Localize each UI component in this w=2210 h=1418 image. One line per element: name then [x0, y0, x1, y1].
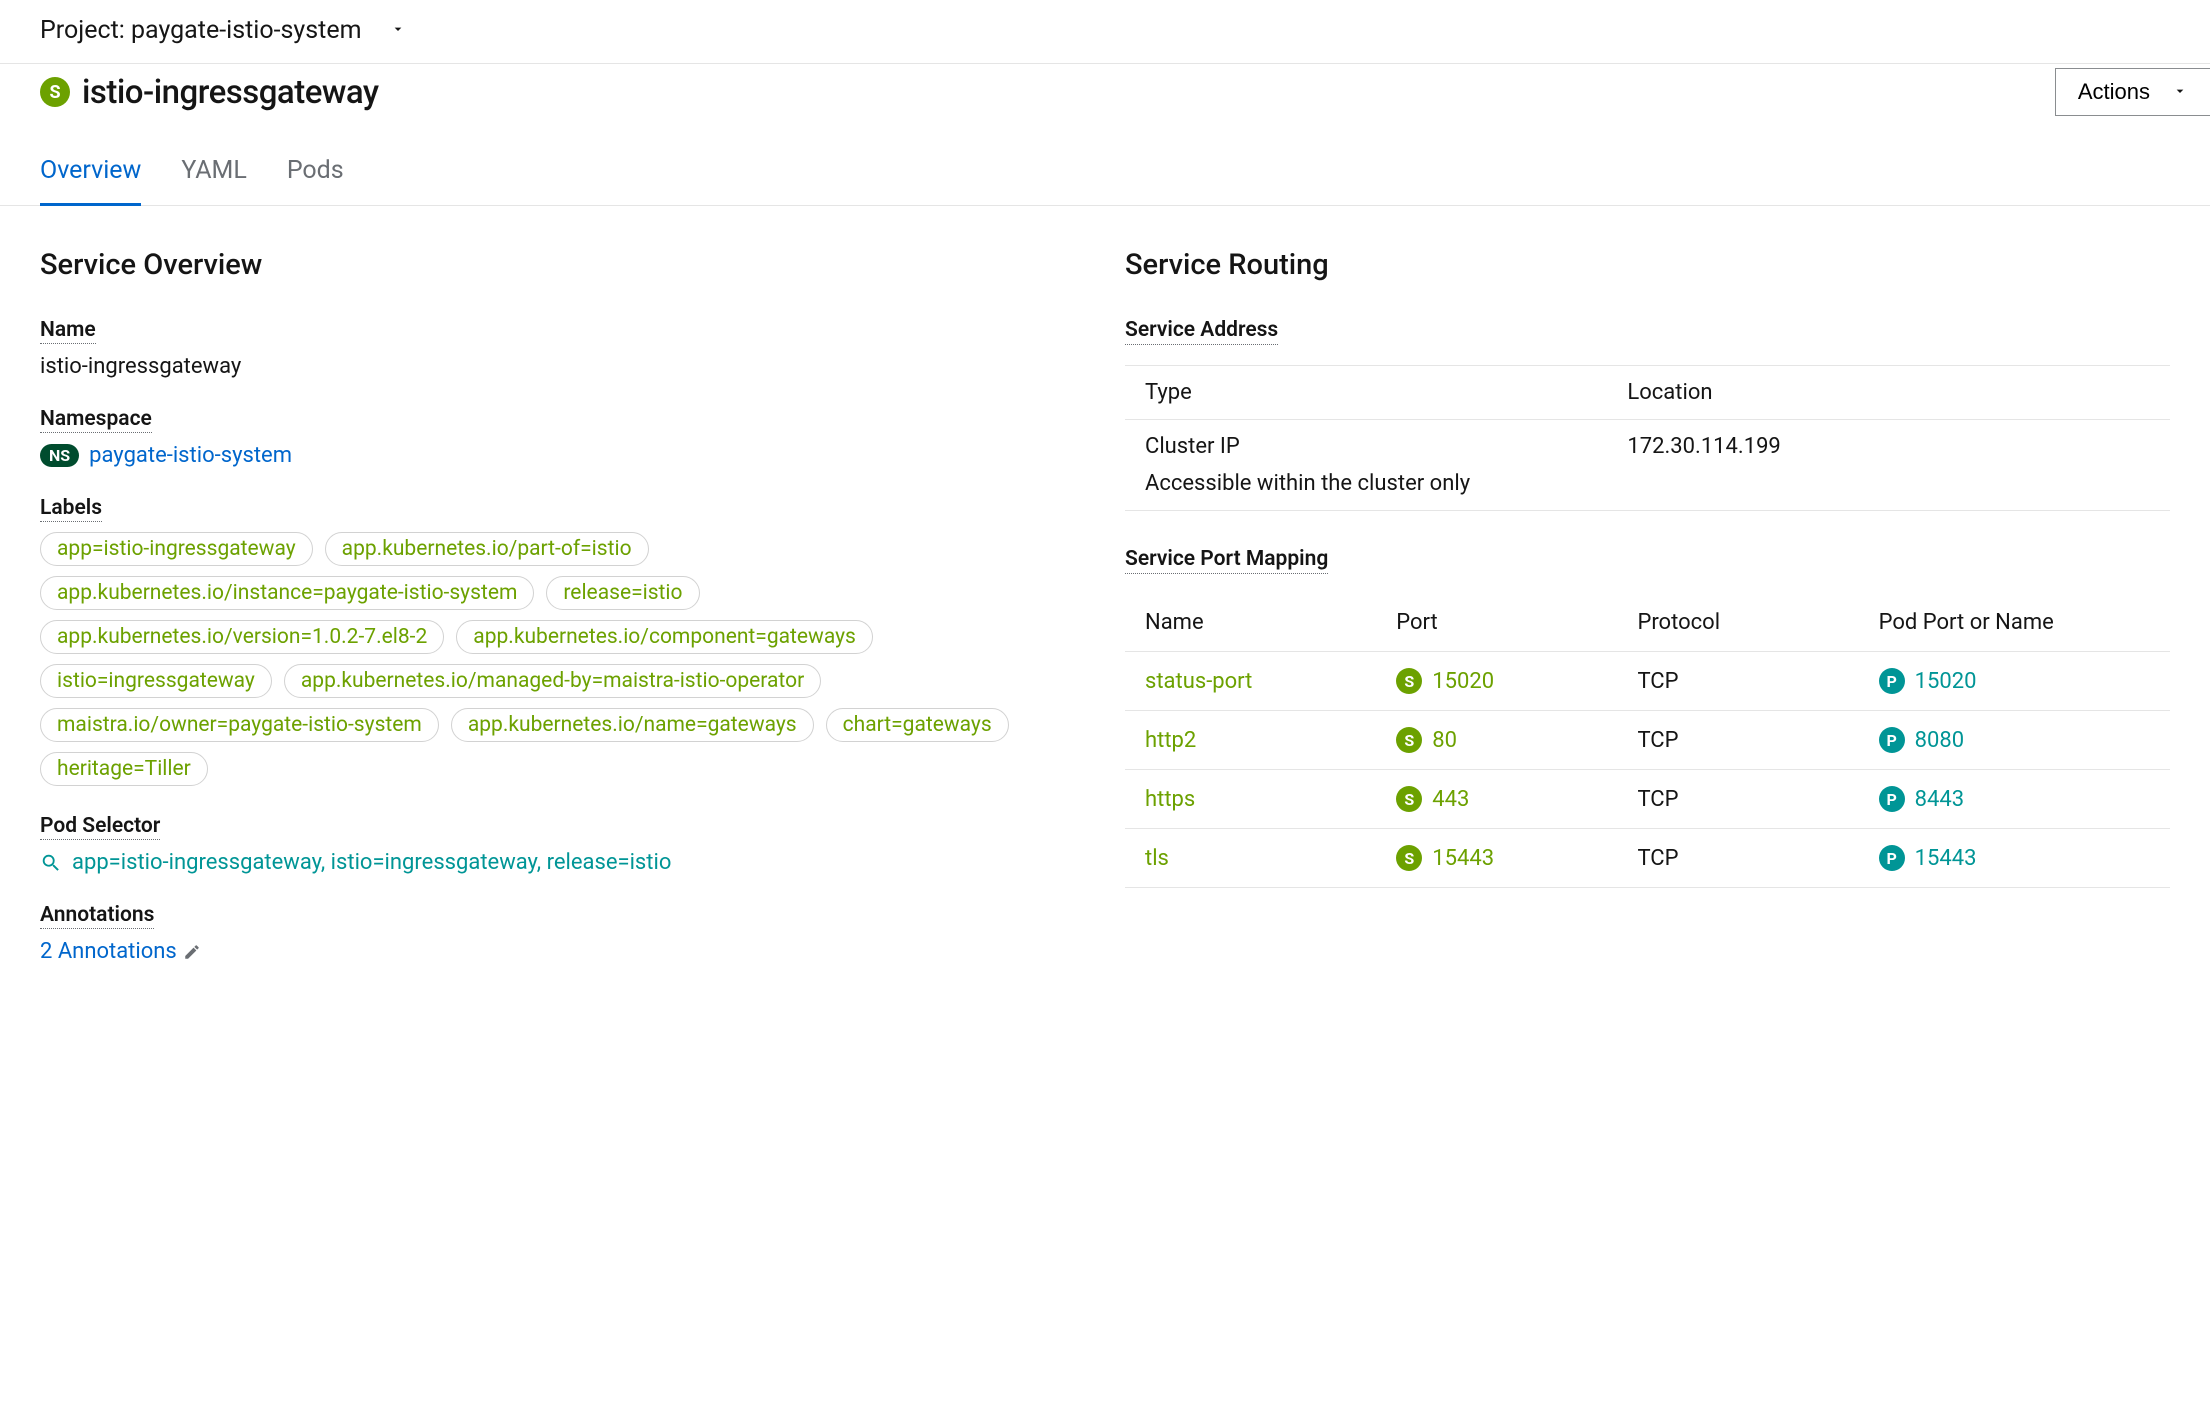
label-chip[interactable]: app.kubernetes.io/managed-by=maistra-ist… [284, 664, 821, 698]
namespace-badge-icon: NS [40, 444, 79, 467]
pencil-icon[interactable] [183, 943, 201, 961]
chevron-down-icon [390, 19, 406, 43]
field-labels: Labels app=istio-ingressgateway app.kuber… [40, 496, 1085, 786]
address-note: Accessible within the cluster only [1145, 471, 2150, 496]
port-mapping-label: Service Port Mapping [1125, 547, 1328, 574]
field-namespace: Namespace NS paygate-istio-system [40, 407, 1085, 468]
port-name-link[interactable]: http2 [1145, 728, 1396, 753]
tab-pods[interactable]: Pods [287, 144, 344, 206]
label-chip[interactable]: istio=ingressgateway [40, 664, 272, 698]
tab-overview[interactable]: Overview [40, 144, 141, 206]
annotations-label: Annotations [40, 903, 154, 929]
pod-selector-label: Pod Selector [40, 814, 160, 840]
port-protocol: TCP [1637, 787, 1878, 812]
port-value: S443 [1396, 786, 1637, 812]
address-location-value: 172.30.114.199 [1627, 434, 2150, 459]
label-chip[interactable]: app.kubernetes.io/version=1.0.2-7.el8-2 [40, 620, 444, 654]
label-chip[interactable]: app=istio-ingressgateway [40, 532, 313, 566]
port-value: S80 [1396, 727, 1637, 753]
chevron-down-icon [2172, 79, 2188, 105]
port-col-podport: Pod Port or Name [1879, 610, 2150, 635]
pod-port-value: P8443 [1879, 786, 2150, 812]
port-row: tlsS15443TCPP15443 [1125, 829, 2170, 888]
port-protocol: TCP [1637, 846, 1878, 871]
page-title: istio-ingressgateway [82, 73, 379, 112]
service-port-icon: S [1396, 845, 1422, 871]
name-value: istio-ingressgateway [40, 354, 1085, 379]
labels-label: Labels [40, 496, 102, 522]
label-chip[interactable]: app.kubernetes.io/component=gateways [456, 620, 873, 654]
port-row: httpsS443TCPP8443 [1125, 770, 2170, 829]
pod-port-icon: P [1879, 668, 1905, 694]
pod-port-icon: P [1879, 845, 1905, 871]
label-chip[interactable]: app.kubernetes.io/instance=paygate-istio… [40, 576, 534, 610]
service-badge-icon: S [40, 77, 70, 107]
port-col-port: Port [1396, 610, 1637, 635]
label-chip[interactable]: maistra.io/owner=paygate-istio-system [40, 708, 439, 742]
service-port-icon: S [1396, 786, 1422, 812]
name-label: Name [40, 318, 96, 344]
tab-yaml[interactable]: YAML [181, 144, 246, 206]
port-name-link[interactable]: tls [1145, 846, 1396, 871]
field-pod-selector: Pod Selector app=istio-ingressgateway, i… [40, 814, 1085, 875]
port-col-name: Name [1145, 610, 1396, 635]
service-port-icon: S [1396, 727, 1422, 753]
actions-label: Actions [2078, 79, 2150, 105]
project-label: Project: paygate-istio-system [40, 16, 362, 45]
service-address-label: Service Address [1125, 318, 1278, 345]
pod-port-value: P15020 [1879, 668, 2150, 694]
address-col-location: Location [1627, 380, 2150, 405]
service-port-icon: S [1396, 668, 1422, 694]
port-row: status-portS15020TCPP15020 [1125, 652, 2170, 711]
project-selector[interactable]: Project: paygate-istio-system [0, 0, 2210, 64]
tabs: Overview YAML Pods [0, 144, 2210, 206]
namespace-link[interactable]: paygate-istio-system [89, 443, 292, 468]
pod-port-value: P15443 [1879, 845, 2150, 871]
port-name-link[interactable]: status-port [1145, 669, 1396, 694]
routing-section: Service Routing Service Address Type Loc… [1125, 248, 2170, 992]
namespace-label: Namespace [40, 407, 152, 433]
label-chip[interactable]: release=istio [546, 576, 699, 610]
title-bar: S istio-ingressgateway Actions [0, 64, 2210, 144]
port-name-link[interactable]: https [1145, 787, 1396, 812]
pod-port-icon: P [1879, 727, 1905, 753]
address-col-type: Type [1145, 380, 1627, 405]
label-chip[interactable]: app.kubernetes.io/part-of=istio [325, 532, 649, 566]
field-annotations: Annotations 2 Annotations [40, 903, 1085, 964]
pod-port-icon: P [1879, 786, 1905, 812]
address-type-value: Cluster IP [1145, 434, 1627, 459]
service-address-section: Service Address Type Location Cluster IP… [1125, 318, 2170, 511]
port-protocol: TCP [1637, 728, 1878, 753]
field-name: Name istio-ingressgateway [40, 318, 1085, 379]
overview-heading: Service Overview [40, 248, 1085, 282]
port-protocol: TCP [1637, 669, 1878, 694]
search-icon [40, 852, 62, 874]
actions-dropdown[interactable]: Actions [2055, 68, 2210, 116]
pod-port-value: P8080 [1879, 727, 2150, 753]
label-chip[interactable]: app.kubernetes.io/name=gateways [451, 708, 814, 742]
port-value: S15443 [1396, 845, 1637, 871]
pod-selector-link[interactable]: app=istio-ingressgateway, istio=ingressg… [72, 850, 671, 875]
annotations-link[interactable]: 2 Annotations [40, 939, 177, 964]
port-mapping-section: Service Port Mapping Name Port Protocol … [1125, 547, 2170, 888]
label-chip[interactable]: chart=gateways [826, 708, 1009, 742]
routing-heading: Service Routing [1125, 248, 2170, 282]
label-chip[interactable]: heritage=Tiller [40, 752, 208, 786]
port-col-protocol: Protocol [1637, 610, 1878, 635]
port-row: http2S80TCPP8080 [1125, 711, 2170, 770]
overview-section: Service Overview Name istio-ingressgatew… [40, 248, 1085, 992]
port-value: S15020 [1396, 668, 1637, 694]
